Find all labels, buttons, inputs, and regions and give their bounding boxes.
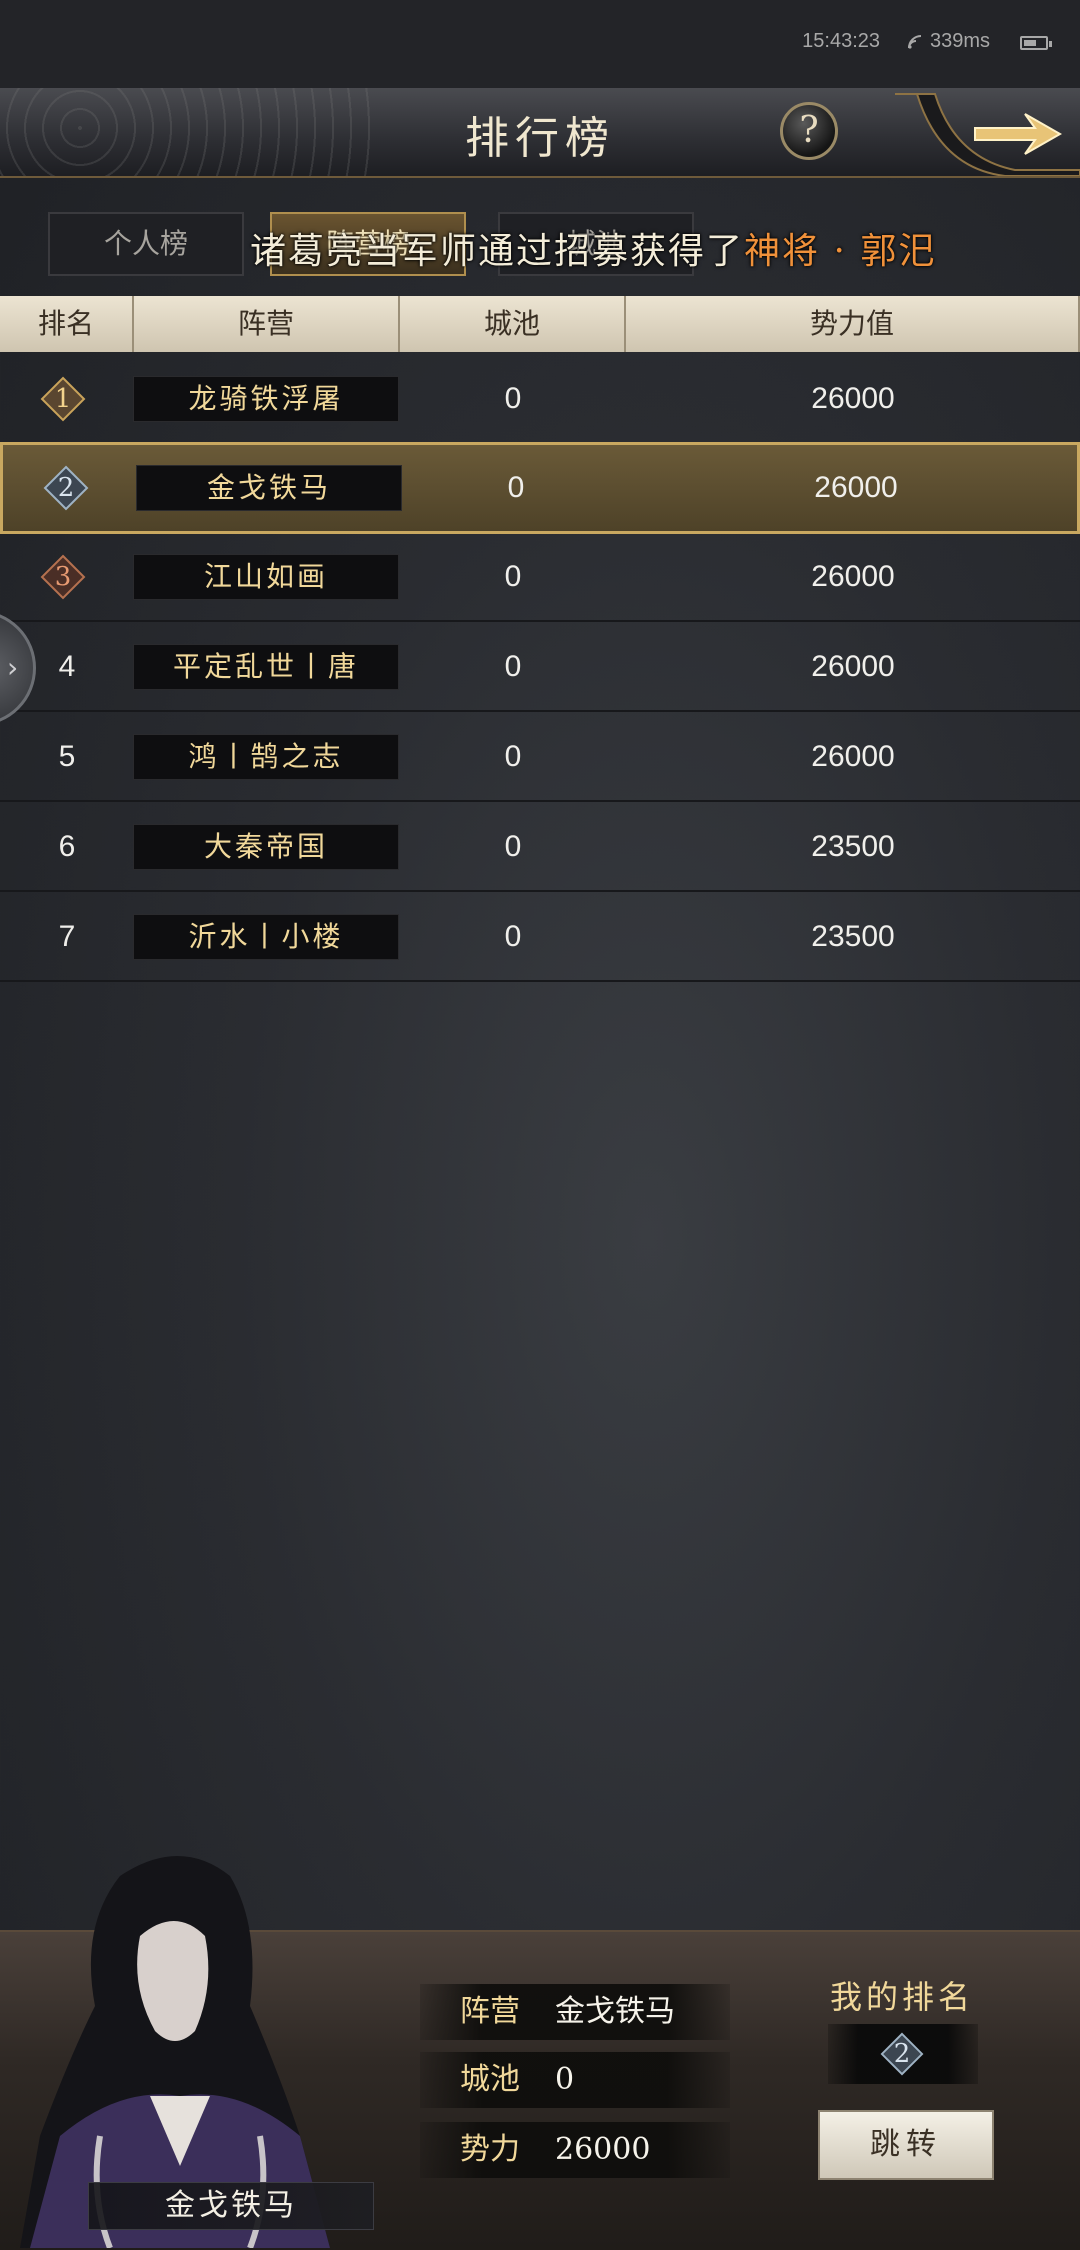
info-row-camp: 阵营 金戈铁马: [420, 1984, 730, 2040]
rank-number: 6: [58, 830, 76, 863]
rank-number: 3: [54, 562, 72, 592]
cities-value: 0: [504, 830, 522, 863]
column-power: 势力值: [626, 296, 1080, 352]
cities-value: 0: [504, 382, 522, 415]
chevron-right-icon: ›: [7, 651, 19, 684]
column-cities: 城池: [400, 296, 626, 352]
status-time: 15:43:23: [802, 30, 880, 52]
cities-value: 0: [504, 650, 522, 683]
cities-value: 0: [504, 920, 522, 953]
table-row-current[interactable]: 2 金戈铁马 0 26000: [0, 442, 1080, 534]
battery-icon: [1020, 36, 1052, 50]
camp-name: 江山如画: [133, 554, 399, 600]
cities-value: 0: [507, 471, 525, 504]
table-row[interactable]: 4 平定乱世丨唐 0 26000: [0, 624, 1080, 712]
rank-number: 5: [58, 740, 76, 773]
column-camp: 阵营: [134, 296, 400, 352]
power-value: 26000: [811, 740, 895, 773]
my-rank-box: 2: [828, 2024, 978, 2084]
ticker-text: 诸葛亮当军师通过招募获得了: [250, 231, 745, 272]
camp-name: 沂水丨小楼: [133, 914, 399, 960]
cities-value: 0: [504, 560, 522, 593]
camp-name: 大秦帝国: [133, 824, 399, 870]
rank-2-badge: 2: [43, 465, 89, 511]
info-label: 势力: [460, 2132, 520, 2167]
ticker-highlight: 神将 · 郭汜: [744, 231, 937, 272]
info-label: 城池: [460, 2062, 520, 2097]
info-label: 阵营: [460, 1994, 520, 2029]
jump-button[interactable]: 跳转: [818, 2110, 994, 2180]
power-value: 23500: [811, 920, 895, 953]
cities-value: 0: [504, 740, 522, 773]
camp-name: 龙骑铁浮屠: [133, 376, 399, 422]
ping-value: 339ms: [929, 30, 990, 52]
camp-name: 平定乱世丨唐: [133, 644, 399, 690]
info-value: 26000: [555, 2132, 651, 2167]
power-value: 26000: [811, 650, 895, 683]
column-rank: 排名: [0, 296, 134, 352]
status-bar: 15:43:23 339ms: [0, 0, 1080, 88]
help-button[interactable]: ?: [780, 102, 838, 160]
status-ping: 339ms: [907, 30, 990, 53]
power-value: 26000: [811, 382, 895, 415]
rank-number: 1: [54, 384, 72, 414]
my-rank-number: 2: [893, 2039, 911, 2069]
info-row-cities: 城池 0: [420, 2052, 730, 2108]
table-header: 排名 阵营 城池 势力值: [0, 296, 1080, 352]
table-row[interactable]: 3 江山如画 0 26000: [0, 534, 1080, 622]
info-value: 金戈铁马: [555, 1994, 675, 2029]
power-value: 26000: [814, 471, 898, 504]
my-rank-badge: 2: [880, 2032, 924, 2076]
camp-name: 鸿丨鹄之志: [133, 734, 399, 780]
table-row[interactable]: 6 大秦帝国 0 23500: [0, 804, 1080, 892]
power-value: 23500: [811, 830, 895, 863]
camp-name: 金戈铁马: [136, 465, 402, 511]
my-rank-title: 我的排名: [830, 1978, 975, 2016]
tab-personal[interactable]: 个人榜: [48, 212, 244, 276]
rank-number: 2: [57, 473, 75, 503]
table-row[interactable]: 5 鸿丨鹄之志 0 26000: [0, 714, 1080, 802]
rank-number: 7: [58, 920, 76, 953]
back-arrow-button[interactable]: [895, 88, 1080, 176]
table-row[interactable]: 7 沂水丨小楼 0 23500: [0, 894, 1080, 982]
arrow-right-icon: [974, 113, 1063, 155]
info-row-power: 势力 26000: [420, 2122, 730, 2178]
table-row[interactable]: 1 龙骑铁浮屠 0 26000: [0, 356, 1080, 444]
signal-icon: [907, 34, 922, 49]
portrait-name-label: 金戈铁马: [88, 2182, 374, 2230]
info-value: 0: [555, 2062, 575, 2097]
rank-1-badge: 1: [40, 376, 86, 422]
power-value: 26000: [811, 560, 895, 593]
rank-3-badge: 3: [40, 554, 86, 600]
header-bar: 排行榜 ?: [0, 88, 1080, 178]
announcement-ticker: 诸葛亮当军师通过招募获得了神将 · 郭汜: [250, 222, 936, 274]
